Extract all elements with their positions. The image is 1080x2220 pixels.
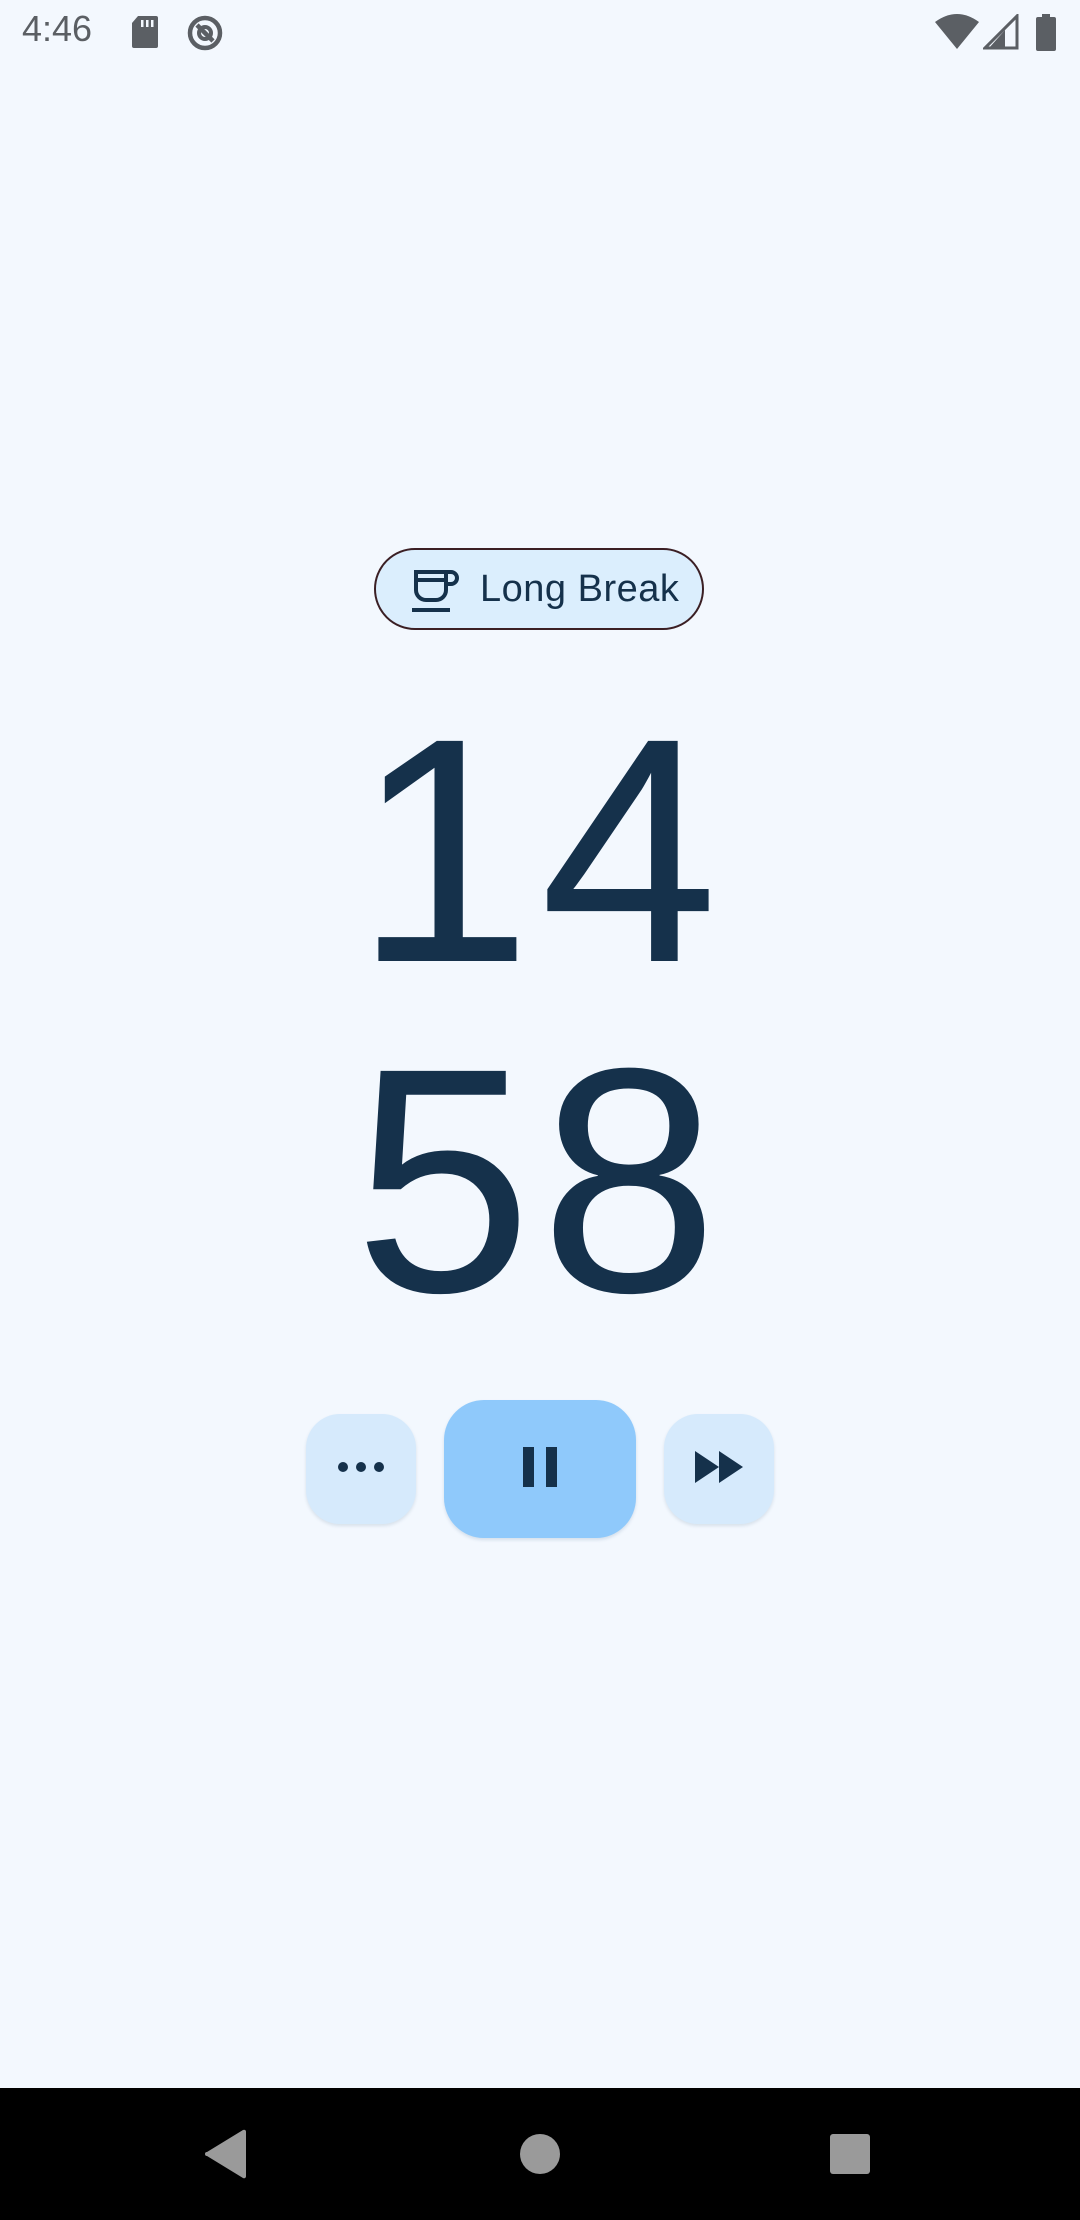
status-time: 4:46 — [22, 8, 93, 49]
more-horizontal-icon — [336, 1460, 386, 1479]
status-bar: 4:46 — [0, 0, 1080, 66]
pause-button[interactable] — [444, 1400, 636, 1538]
navigation-bar — [0, 2088, 1080, 2220]
pause-icon — [521, 1445, 559, 1494]
timer-mode-chip[interactable]: Long Break — [374, 548, 704, 630]
timer-mode-label: Long Break — [480, 568, 680, 610]
coffee-cup-icon — [409, 564, 461, 621]
skip-button[interactable] — [664, 1414, 774, 1524]
signal-icon — [981, 12, 1019, 55]
home-icon[interactable] — [518, 2128, 562, 2185]
fast-forward-icon — [693, 1449, 745, 1490]
battery-icon — [1035, 14, 1057, 57]
recents-icon[interactable] — [828, 2128, 872, 2185]
timer-minutes: 14 — [354, 671, 726, 1029]
timer-seconds: 58 — [354, 1001, 726, 1359]
assistant-icon — [186, 14, 224, 57]
sd-card-icon — [130, 14, 160, 55]
back-icon[interactable] — [204, 2128, 248, 2185]
more-options-button[interactable] — [306, 1414, 416, 1524]
wifi-icon — [934, 14, 980, 55]
